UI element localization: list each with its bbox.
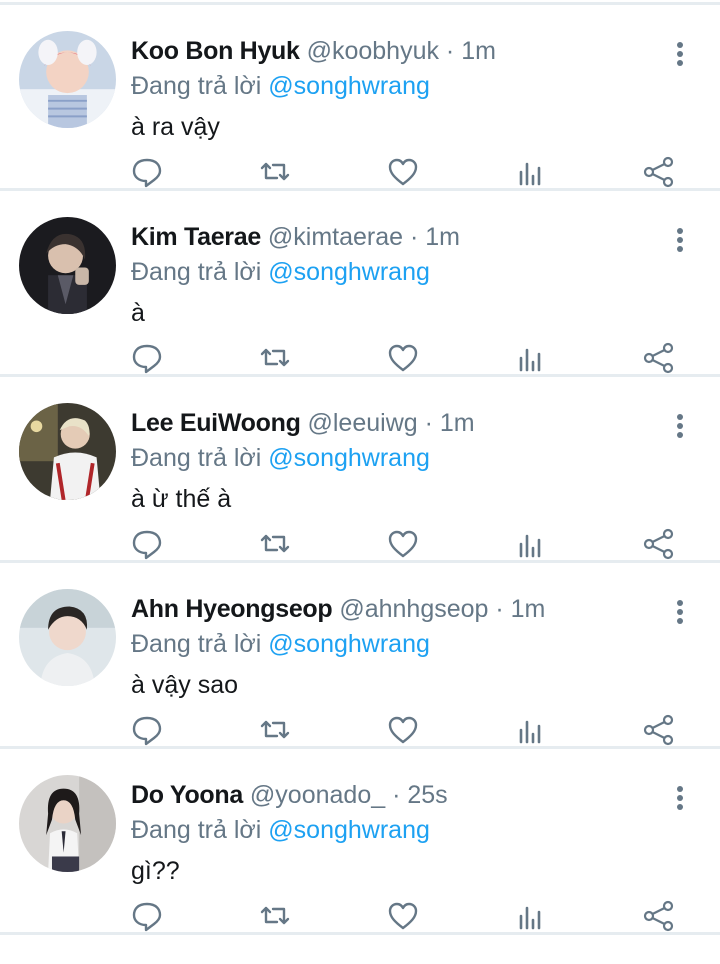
more-icon[interactable]	[670, 783, 690, 813]
reply-icon[interactable]	[127, 524, 167, 564]
display-name[interactable]: Koo Bon Hyuk	[131, 37, 300, 65]
tweet-header: Kim Taerae @kimtaerae · 1m	[131, 223, 460, 251]
replying-to: Đang trả lời @songhwrang	[131, 813, 430, 847]
reply-prefix: Đang trả lời	[131, 72, 262, 100]
reply-tweet[interactable]: Ahn Hyeongseop @ahnhgseop · 1m Đang trả …	[0, 563, 720, 749]
reply-icon[interactable]	[127, 710, 167, 750]
action-bar	[0, 524, 720, 564]
avatar[interactable]	[19, 217, 116, 314]
like-icon[interactable]	[383, 710, 423, 750]
timestamp: 1m	[510, 595, 546, 623]
replying-to: Đang trả lời @songhwrang	[131, 69, 430, 103]
timestamp: 1m	[425, 223, 460, 251]
avatar[interactable]	[19, 31, 116, 128]
retweet-icon[interactable]	[255, 152, 295, 192]
avatar[interactable]	[19, 403, 116, 500]
like-icon[interactable]	[383, 338, 423, 378]
reply-tweet[interactable]: Lee EuiWoong @leeuiwg · 1m Đang trả lời …	[0, 377, 720, 563]
timestamp: 1m	[461, 37, 496, 65]
user-handle[interactable]: @koobhyuk	[307, 37, 439, 65]
avatar[interactable]	[19, 775, 116, 872]
display-name[interactable]: Do Yoona	[131, 781, 243, 809]
tweet-header: Do Yoona @yoonado_ · 25s	[131, 781, 448, 809]
tweet-header: Ahn Hyeongseop @ahnhgseop · 1m	[131, 595, 546, 623]
like-icon[interactable]	[383, 896, 423, 936]
reply-prefix: Đang trả lời	[131, 444, 262, 472]
user-handle[interactable]: @yoonado_	[250, 781, 385, 809]
action-bar	[0, 338, 720, 378]
like-icon[interactable]	[383, 152, 423, 192]
user-handle[interactable]: @kimtaerae	[268, 223, 403, 251]
share-icon[interactable]	[639, 524, 679, 564]
share-icon[interactable]	[639, 710, 679, 750]
reply-tweet[interactable]: Kim Taerae @kimtaerae · 1m Đang trả lời …	[0, 191, 720, 377]
user-handle[interactable]: @ahnhgseop	[339, 595, 488, 623]
stats-icon[interactable]	[511, 524, 551, 564]
tweet-text: gì??	[131, 857, 180, 885]
like-icon[interactable]	[383, 524, 423, 564]
action-bar	[0, 896, 720, 936]
tweet-text: à	[131, 299, 145, 327]
timestamp: 25s	[407, 781, 448, 809]
tweet-text: à ừ thế à	[131, 485, 232, 513]
more-icon[interactable]	[670, 39, 690, 69]
reply-icon[interactable]	[127, 896, 167, 936]
display-name[interactable]: Kim Taerae	[131, 223, 261, 251]
replying-to: Đang trả lời @songhwrang	[131, 255, 430, 289]
reply-feed: Koo Bon Hyuk @koobhyuk · 1m Đang trả lời…	[0, 0, 720, 935]
reply-prefix: Đang trả lời	[131, 630, 262, 658]
mention-link[interactable]: @songhwrang	[268, 258, 430, 286]
share-icon[interactable]	[639, 152, 679, 192]
more-icon[interactable]	[670, 411, 690, 441]
action-bar	[0, 710, 720, 750]
retweet-icon[interactable]	[255, 896, 295, 936]
stats-icon[interactable]	[511, 710, 551, 750]
mention-link[interactable]: @songhwrang	[268, 630, 430, 658]
display-name[interactable]: Lee EuiWoong	[131, 409, 301, 437]
share-icon[interactable]	[639, 338, 679, 378]
retweet-icon[interactable]	[255, 710, 295, 750]
reply-tweet[interactable]: Koo Bon Hyuk @koobhyuk · 1m Đang trả lời…	[0, 5, 720, 191]
stats-icon[interactable]	[511, 152, 551, 192]
timestamp: 1m	[439, 409, 475, 437]
user-handle[interactable]: @leeuiwg	[308, 409, 418, 437]
avatar[interactable]	[19, 589, 116, 686]
display-name[interactable]: Ahn Hyeongseop	[131, 595, 333, 623]
retweet-icon[interactable]	[255, 338, 295, 378]
reply-prefix: Đang trả lời	[131, 258, 262, 286]
more-icon[interactable]	[670, 597, 690, 627]
mention-link[interactable]: @songhwrang	[268, 816, 430, 844]
reply-prefix: Đang trả lời	[131, 816, 262, 844]
mention-link[interactable]: @songhwrang	[268, 72, 430, 100]
replying-to: Đang trả lời @songhwrang	[131, 627, 430, 661]
reply-icon[interactable]	[127, 152, 167, 192]
share-icon[interactable]	[639, 896, 679, 936]
mention-link[interactable]: @songhwrang	[268, 444, 430, 472]
tweet-header: Koo Bon Hyuk @koobhyuk · 1m	[131, 37, 496, 65]
replying-to: Đang trả lời @songhwrang	[131, 441, 430, 475]
reply-tweet[interactable]: Do Yoona @yoonado_ · 25s Đang trả lời @s…	[0, 749, 720, 935]
tweet-text: à ra vậy	[131, 113, 220, 141]
tweet-header: Lee EuiWoong @leeuiwg · 1m	[131, 409, 475, 437]
tweet-text: à vậy sao	[131, 671, 239, 699]
action-bar	[0, 152, 720, 192]
stats-icon[interactable]	[511, 896, 551, 936]
retweet-icon[interactable]	[255, 524, 295, 564]
stats-icon[interactable]	[511, 338, 551, 378]
reply-icon[interactable]	[127, 338, 167, 378]
more-icon[interactable]	[670, 225, 690, 255]
